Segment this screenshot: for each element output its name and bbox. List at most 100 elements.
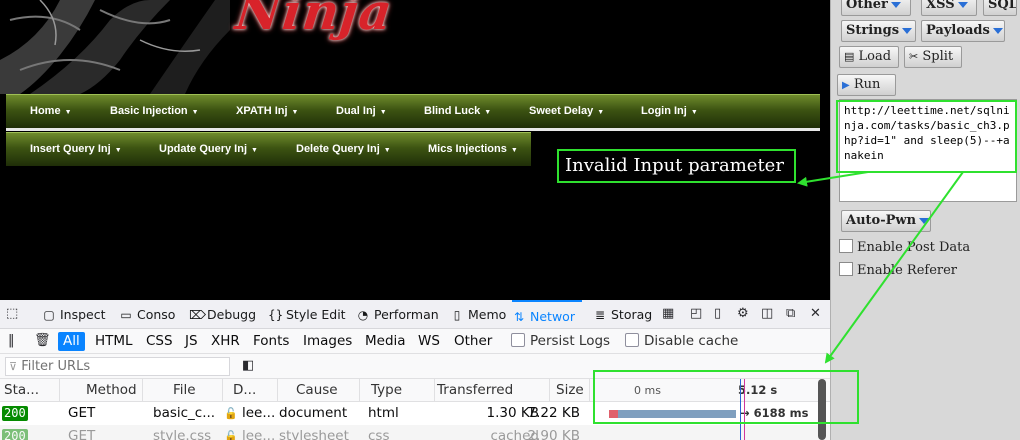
filter-urls-input[interactable]: ⊽ Filter URLs [5,357,230,376]
caret-down-icon: ▼ [383,147,391,154]
caret-down-icon: ▼ [597,109,605,116]
nav-item-home[interactable]: Home ▼ [30,95,110,128]
tab-network[interactable]: ⇅ Networ [512,300,582,328]
main-nav-menu: Home ▼ Basic Injection ▼ XPATH Inj ▼ Dual I… [6,94,820,128]
payloads-dropdown[interactable]: Payloads [921,20,1005,42]
status-cell: 200 [2,402,58,425]
waterfall-duration-label: → 6188 ms [740,406,809,420]
caret-down-icon: ▼ [251,147,258,154]
tab-performance[interactable]: ◔ Performan [356,300,440,328]
frames-icon[interactable]: ◰ [690,306,702,322]
file-cell: basic_c... [153,405,216,421]
table-scrollbar[interactable] [818,379,826,440]
size-cell: 2.90 KB [527,428,580,440]
cause-cell: document [279,405,348,421]
nav-item-login-inj[interactable]: Login Inj ▼ [641,95,731,128]
filter-html[interactable]: HTML [90,332,138,351]
nav-item-blind-luck[interactable]: Blind Luck ▼ [424,95,529,128]
caret-down-icon: ▼ [64,109,72,116]
caret-down-icon: ▼ [291,109,299,116]
waterfall-cell: → 6188 ms [590,402,818,425]
col-type[interactable]: Type [360,379,435,402]
tab-storage[interactable]: ≣ Storag [593,300,655,328]
tab-inspector[interactable]: ▢ Inspect [42,300,112,328]
auto-pwn-dropdown[interactable]: Auto-Pwn [841,210,931,232]
split-button[interactable]: ✂ Split [904,46,962,68]
filter-images[interactable]: Images [298,332,357,351]
settings-gear-icon[interactable]: ⚙ [737,306,749,322]
annotation-callout: Invalid Input parameter [557,149,796,183]
nav-item-mics-injections[interactable]: Mics Injections ▼ [428,133,528,166]
memory-icon: ▯ [453,308,461,322]
load-icon: ▤ [844,50,855,63]
nav-item-delete-query-inj[interactable]: Delete Query Inj ▼ [296,133,428,166]
nav-item-insert-query-inj[interactable]: Insert Query Inj ▼ [30,133,159,166]
tab-console[interactable]: ▭ Conso [119,300,177,328]
nav-item-sweet-delay[interactable]: Sweet Delay ▼ [529,95,641,128]
responsive-icon[interactable]: ▯ [714,306,721,322]
trash-icon[interactable]: 🗑 [34,333,51,349]
waterfall-blocked-segment [609,410,618,418]
filter-other[interactable]: Other [449,332,497,351]
network-icon: ⇅ [513,310,525,324]
caret-down-icon: ▼ [484,109,492,116]
console-icon: ▭ [120,308,132,322]
nav-item-update-query-inj[interactable]: Update Query Inj ▼ [159,133,296,166]
persist-logs-checkbox[interactable]: Persist Logs [511,333,610,349]
col-size[interactable]: Size [550,379,590,402]
col-status[interactable]: Sta... [0,379,60,402]
disable-cache-checkbox[interactable]: Disable cache [625,333,738,349]
col-transferred[interactable]: Transferred [435,379,550,402]
table-row[interactable]: 200 GET basic_c... 🔓 lee... document htm… [0,402,830,425]
enable-referer-checkbox[interactable]: Enable Referer [839,262,957,278]
xss-dropdown[interactable]: XSS [921,0,977,16]
filter-all[interactable]: All [58,332,85,351]
nav-item-xpath-inj[interactable]: XPATH Inj ▼ [236,95,336,128]
dropdown-arrow-icon [992,27,1003,34]
col-file[interactable]: File [143,379,223,402]
file-cell: style.css [153,428,212,440]
col-waterfall[interactable]: 0 ms 5.12 s [590,379,818,402]
layout-icon[interactable]: ▦ [662,306,674,322]
storage-icon: ≣ [594,308,606,322]
scissors-icon: ✂ [909,50,919,63]
filter-js[interactable]: JS [180,332,203,351]
col-method[interactable]: Method [60,379,143,402]
url-textarea[interactable]: http://leettime.net/sqlninja.com/tasks/b… [839,99,1017,202]
checkbox-box[interactable] [839,262,853,276]
website-viewport: Ninja Home ▼ Basic Injection ▼ XPATH Inj ▼ … [0,0,830,300]
col-cause[interactable]: Cause [278,379,360,402]
dropdown-arrow-icon [957,1,968,8]
strings-dropdown[interactable]: Strings [841,20,916,42]
filter-css[interactable]: CSS [141,332,178,351]
enable-post-data-checkbox[interactable]: Enable Post Data [839,239,970,255]
tab-style-editor[interactable]: {} Style Edit [268,300,348,328]
undock-icon[interactable]: ⧉ [786,306,795,322]
dock-side-icon[interactable]: ◫ [761,306,773,322]
devtools-panel: ⬚ ▢ Inspect ▭ Conso ⌦Debugg {} Style Edit ◔… [0,300,830,440]
checkbox-box[interactable] [511,333,525,347]
pause-icon[interactable]: ‖ [8,333,15,349]
checkbox-box[interactable] [625,333,639,347]
nav-item-basic-injection[interactable]: Basic Injection ▼ [110,95,236,128]
filter-ws[interactable]: WS [413,332,445,351]
filter-media[interactable]: Media [360,332,411,351]
filter-fonts[interactable]: Fonts [248,332,294,351]
domain-cell: 🔓 lee... [224,425,278,440]
toggle-sidebar-icon[interactable]: ◧ [242,358,254,374]
pick-element-icon[interactable]: ⬚ [6,306,18,322]
filter-xhr[interactable]: XHR [206,332,245,351]
close-icon[interactable]: ✕ [810,306,821,322]
load-button[interactable]: ▤ Load [839,46,899,68]
caret-down-icon: ▼ [690,109,698,116]
sql-dropdown[interactable]: SQL [983,0,1017,16]
tab-memory[interactable]: ▯ Memo [450,300,510,328]
load-event-marker [744,379,745,440]
table-row[interactable]: 200 GET style.css 🔓 lee... stylesheet cs… [0,425,830,440]
col-domain[interactable]: D... [223,379,278,402]
nav-item-dual-inj[interactable]: Dual Inj ▼ [336,95,424,128]
checkbox-box[interactable] [839,239,853,253]
other-dropdown[interactable]: Other [841,0,911,16]
tab-debugger[interactable]: ⌦Debugg [189,300,257,328]
run-button[interactable]: ▶ Run [837,74,896,96]
